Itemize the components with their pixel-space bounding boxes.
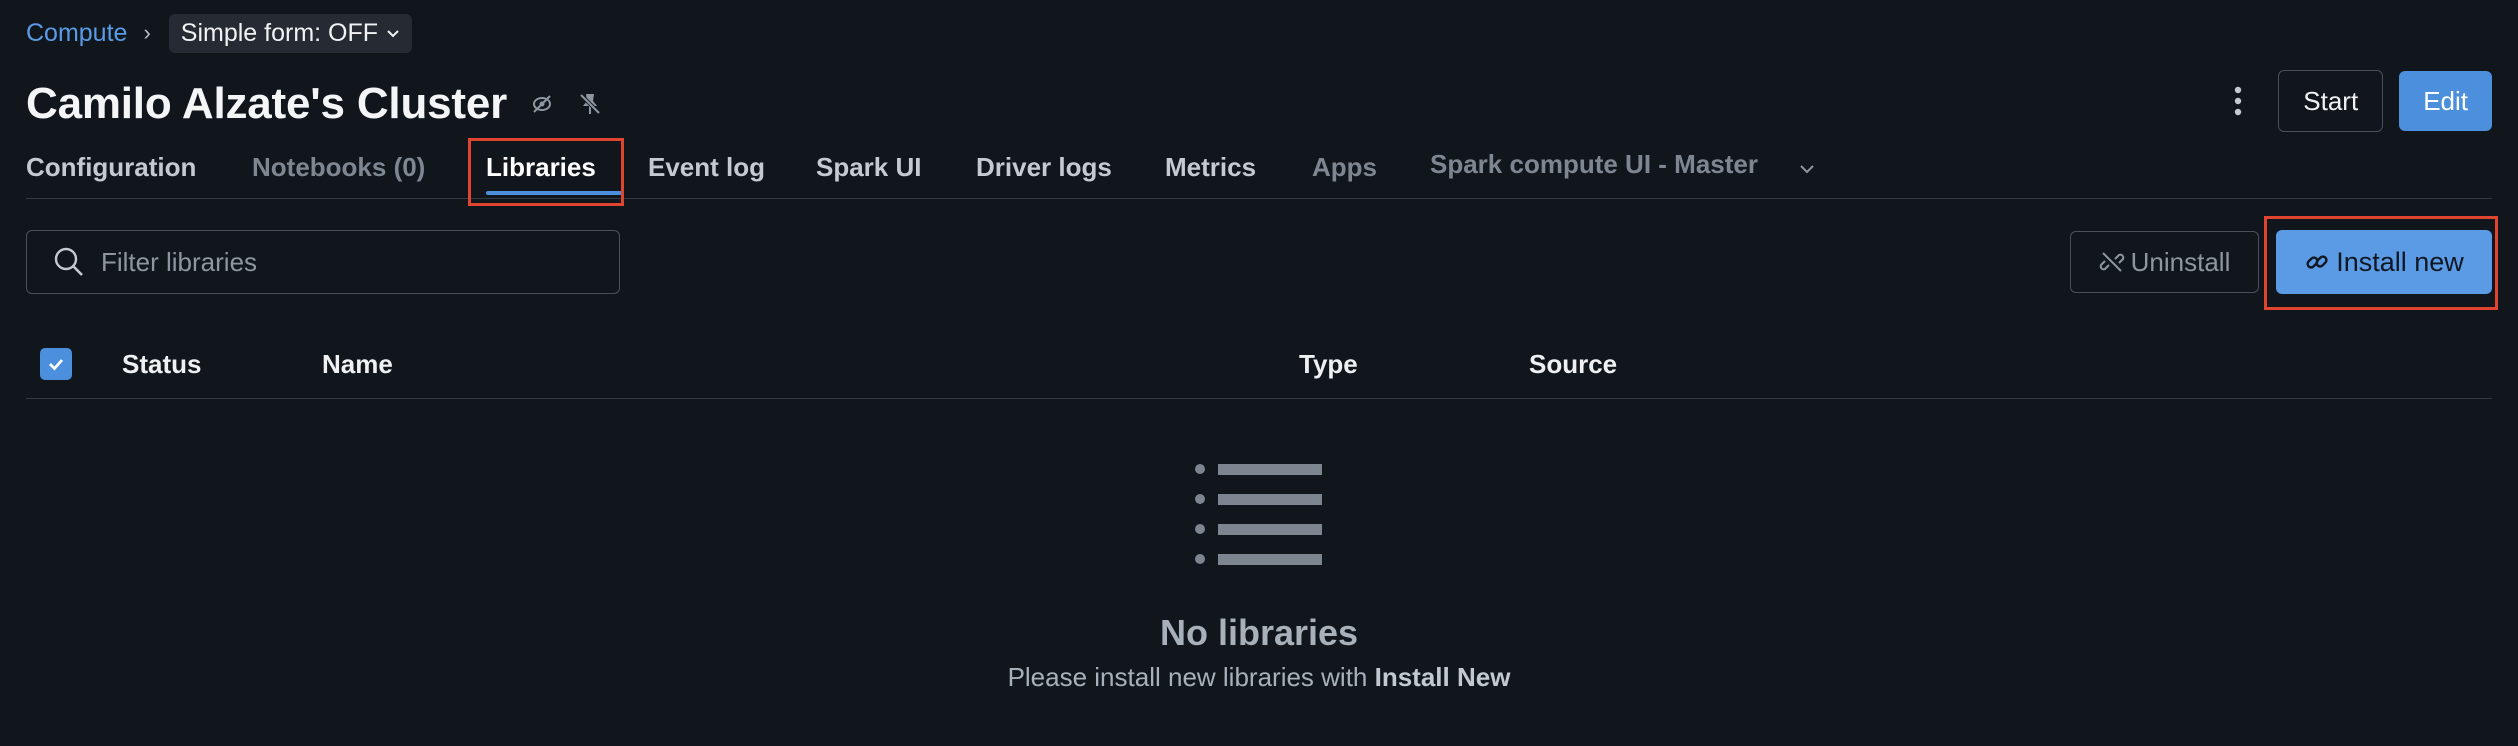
column-header-source[interactable]: Source	[1529, 349, 1617, 380]
tab-notebooks[interactable]: Notebooks (0)	[252, 152, 425, 183]
unpin-icon[interactable]	[577, 91, 603, 117]
chevron-down-icon[interactable]	[1798, 162, 1816, 176]
column-header-name[interactable]: Name	[322, 349, 393, 380]
breadcrumb-compute-link[interactable]: Compute	[26, 19, 127, 48]
tab-driver-logs[interactable]: Driver logs	[976, 152, 1112, 183]
tab-metrics[interactable]: Metrics	[1165, 152, 1256, 183]
install-new-reference: Install New	[1374, 662, 1511, 692]
empty-state-title: No libraries	[1159, 612, 1359, 653]
page-title: Camilo Alzate's Cluster	[26, 79, 508, 128]
uninstall-button[interactable]: Uninstall	[2070, 231, 2259, 293]
breadcrumb-separator: ›	[143, 20, 151, 45]
column-header-type[interactable]: Type	[1299, 349, 1358, 380]
checkmark-icon	[49, 359, 64, 371]
uninstall-label: Uninstall	[2130, 246, 2231, 277]
title-row: Camilo Alzate's Cluster	[26, 74, 603, 134]
header-actions: Start Edit	[2218, 70, 2492, 132]
unlink-icon	[2099, 252, 2124, 272]
list-icon	[1195, 464, 1322, 565]
search-icon	[54, 247, 83, 276]
simple-form-label: Simple form: OFF	[180, 18, 379, 47]
tab-configuration[interactable]: Configuration	[26, 152, 196, 183]
tab-apps[interactable]: Apps	[1312, 152, 1377, 183]
tab-spark-ui[interactable]: Spark UI	[816, 152, 922, 183]
visibility-off-icon[interactable]	[529, 91, 555, 117]
start-button[interactable]: Start	[2278, 70, 2384, 132]
column-header-status[interactable]: Status	[122, 349, 201, 380]
more-options-icon[interactable]	[2218, 71, 2258, 131]
empty-state-description-text: Please install new libraries with	[1007, 662, 1375, 692]
filter-libraries-input[interactable]	[99, 245, 583, 279]
simple-form-toggle[interactable]: Simple form: OFF	[168, 13, 413, 53]
tab-spark-compute-ui[interactable]: Spark compute UI - Master	[1430, 149, 1758, 180]
libraries-table-header: Status Name Type Source	[26, 330, 2492, 399]
filter-libraries-field[interactable]	[26, 230, 620, 294]
libraries-tab-highlight	[468, 138, 624, 206]
empty-state-description: Please install new libraries with Instal…	[0, 662, 2518, 693]
breadcrumb: Compute › Simple form: OFF	[26, 13, 413, 53]
tab-bar: Configuration Notebooks (0) Libraries Ev…	[26, 140, 2492, 199]
chevron-down-icon	[387, 30, 399, 38]
install-new-highlight	[2264, 216, 2498, 310]
edit-button[interactable]: Edit	[2399, 71, 2492, 131]
select-all-checkbox[interactable]	[40, 348, 72, 380]
tab-event-log[interactable]: Event log	[648, 152, 765, 183]
